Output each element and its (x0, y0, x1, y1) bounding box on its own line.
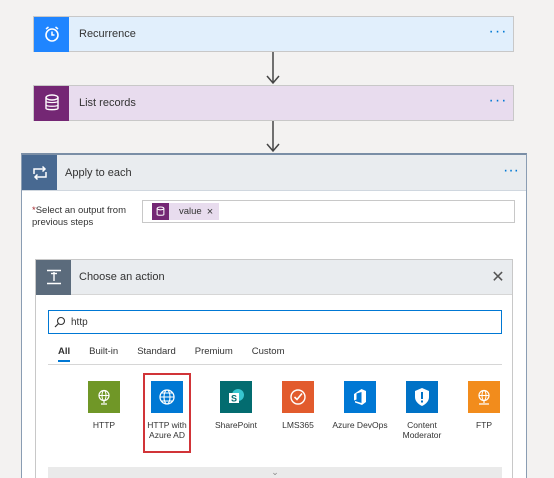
tab-custom[interactable]: Custom (252, 346, 285, 362)
connector-list: HTTP HTTP with Azure AD S SharePoint LMS… (48, 373, 502, 477)
connector-label: HTTP with Azure AD (147, 420, 187, 440)
tabs-divider (48, 364, 502, 365)
select-output-field[interactable]: value × (142, 200, 515, 223)
select-output-row: *Select an output from previous steps va… (22, 191, 526, 243)
loop-icon (22, 155, 57, 190)
list-records-step[interactable]: List records ··· (33, 85, 514, 121)
tab-all[interactable]: All (58, 346, 71, 362)
recurrence-label: Recurrence (79, 28, 136, 40)
chevron-down-icon: ⌄ (271, 467, 279, 477)
devops-icon (344, 381, 376, 413)
apply-to-each-header[interactable]: Apply to each ··· (22, 155, 526, 191)
action-icon (36, 259, 71, 295)
select-output-text: Select an output from previous steps (32, 205, 127, 228)
connector-azure-devops[interactable]: Azure DevOps (330, 373, 390, 430)
search-box[interactable] (48, 310, 502, 334)
tab-standard[interactable]: Standard (137, 346, 176, 362)
globe-network-icon (468, 381, 500, 413)
value-token-label: value (179, 206, 202, 217)
search-input[interactable] (71, 316, 471, 328)
connector-ftp[interactable]: FTP (454, 373, 514, 430)
connector-label: SharePoint (214, 420, 258, 430)
expand-connectors-button[interactable]: ⌄ (48, 467, 502, 478)
connector-label: Azure DevOps (332, 420, 388, 430)
apply-to-each-title: Apply to each (65, 166, 132, 179)
connector-content-moderator[interactable]: Content Moderator (392, 373, 452, 440)
connector-lms365[interactable]: LMS365 (268, 373, 328, 430)
database-icon (34, 85, 69, 121)
choose-action-title: Choose an action (79, 271, 165, 283)
list-records-label: List records (79, 97, 136, 109)
connector-tabs: All Built-in Standard Premium Custom (58, 346, 304, 362)
connector-label: HTTP (92, 420, 116, 430)
connector-sharepoint[interactable]: S SharePoint (206, 373, 266, 430)
svg-text:S: S (231, 394, 237, 404)
tab-built-in[interactable]: Built-in (89, 346, 118, 362)
check-circle-icon (282, 381, 314, 413)
connector-label: LMS365 (282, 420, 314, 430)
alarm-clock-icon (34, 16, 69, 52)
close-icon[interactable]: ✕ (484, 263, 512, 291)
apply-to-each-step: Apply to each ··· *Select an output from… (21, 153, 527, 478)
value-token[interactable]: value × (152, 203, 220, 220)
recurrence-more-button[interactable]: ··· (483, 24, 513, 40)
choose-action-header: Choose an action ✕ (36, 259, 512, 295)
connector-label: FTP (475, 420, 493, 430)
list-records-more-button[interactable]: ··· (483, 93, 513, 109)
globe-icon (151, 381, 183, 413)
database-icon (152, 203, 169, 220)
shield-icon (406, 381, 438, 413)
connector-http[interactable]: HTTP (74, 373, 134, 430)
value-token-remove-button[interactable]: × (207, 206, 219, 218)
flow-arrow (266, 121, 280, 153)
search-icon (49, 316, 71, 328)
flow-arrow (266, 52, 280, 85)
tab-premium[interactable]: Premium (195, 346, 233, 362)
choose-action-panel: Choose an action ✕ All Built-in Standard… (35, 259, 513, 478)
connector-http-azure-ad[interactable]: HTTP with Azure AD (143, 373, 191, 453)
connector-label: Content Moderator (402, 420, 442, 440)
select-output-label: *Select an output from previous steps (32, 205, 132, 229)
globe-icon (88, 381, 120, 413)
apply-to-each-more-button[interactable]: ··· (496, 162, 526, 178)
sharepoint-icon: S (220, 381, 252, 413)
recurrence-step[interactable]: Recurrence ··· (33, 16, 514, 52)
